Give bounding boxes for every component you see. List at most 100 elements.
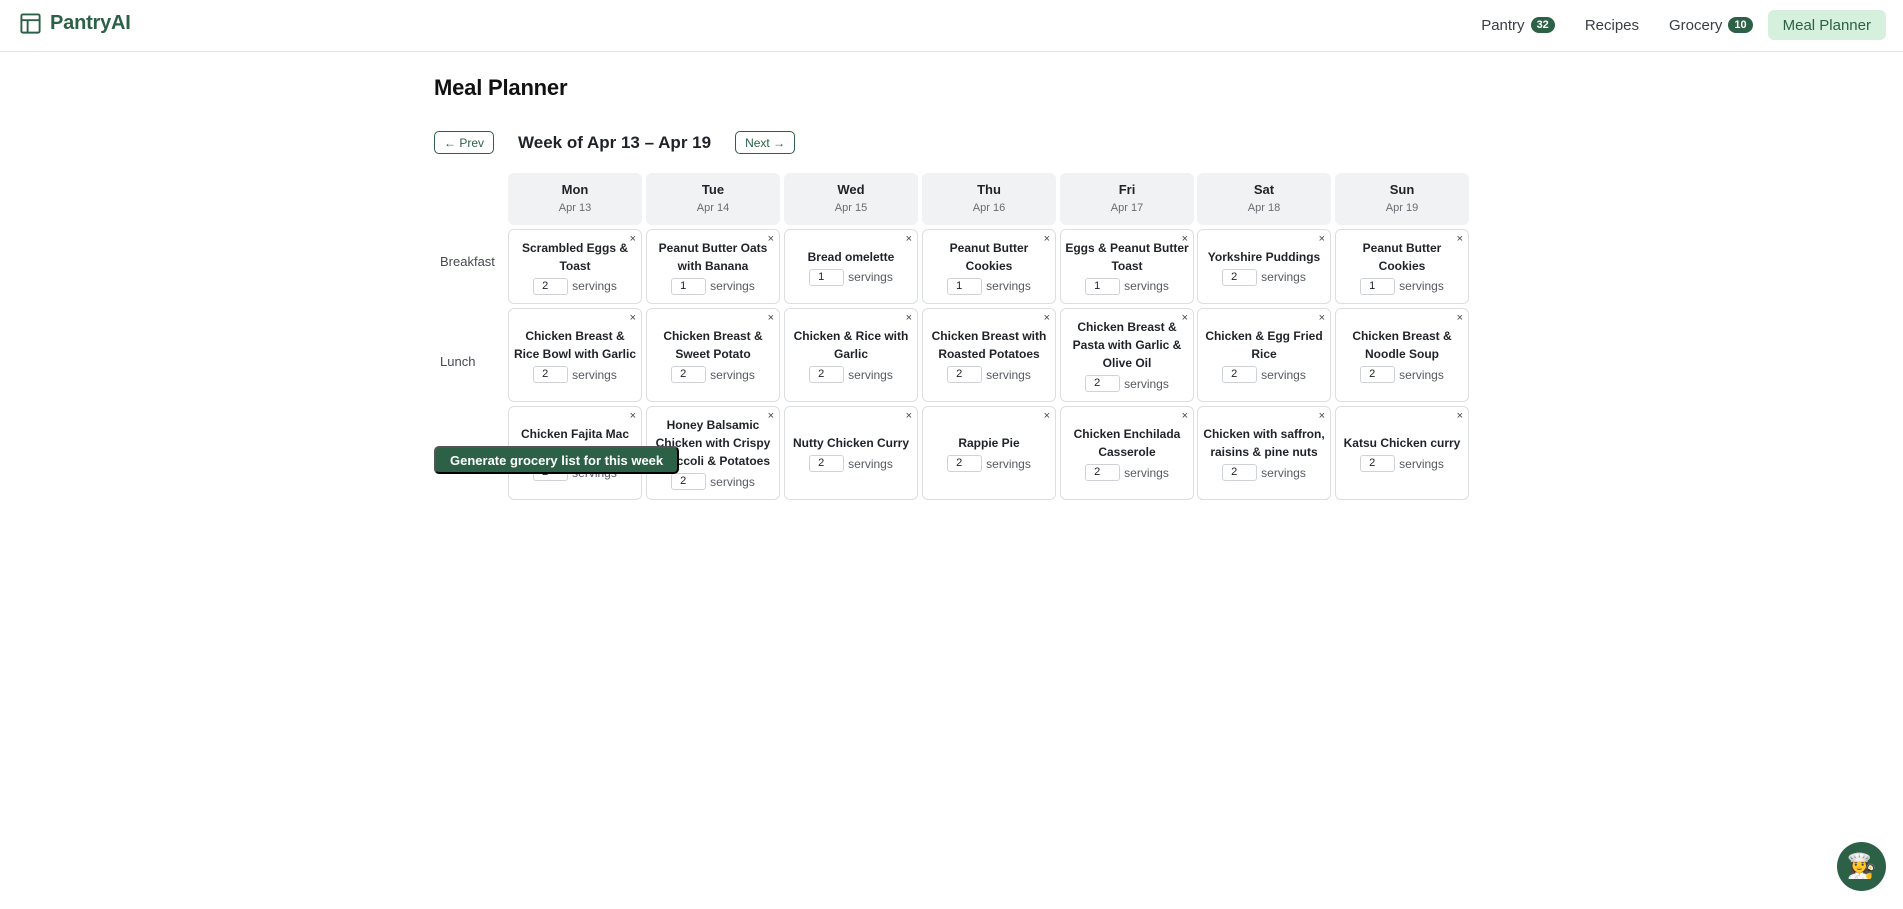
meal-slot-lunch-sun[interactable]: × Chicken Breast & Noodle Soup 2 servings [1335, 308, 1469, 402]
servings-label: servings [572, 367, 617, 382]
meal-slot-lunch-mon[interactable]: × Chicken Breast & Rice Bowl with Garlic 2… [508, 308, 642, 402]
recipe-name[interactable]: Chicken Enchilada Casserole [1065, 425, 1189, 461]
recipe-name[interactable]: Chicken & Rice with Garlic [789, 327, 913, 363]
remove-recipe-icon[interactable]: × [1044, 233, 1050, 245]
meal-slot-lunch-tue[interactable]: × Chicken Breast & Sweet Potato 2 servings [646, 308, 780, 402]
meal-slot-lunch-fri[interactable]: × Chicken Breast & Pasta with Garlic & Ol… [1060, 308, 1194, 402]
remove-recipe-icon[interactable]: × [1319, 233, 1325, 245]
remove-recipe-icon[interactable]: × [768, 312, 774, 324]
recipe-name[interactable]: Chicken with saffron, raisins & pine nut… [1202, 425, 1326, 461]
servings-input[interactable]: 1 [671, 277, 707, 295]
meal-slot-breakfast-thu[interactable]: × Peanut Butter Cookies 1 servings [922, 229, 1056, 304]
remove-recipe-icon[interactable]: × [906, 233, 912, 245]
meal-slot-breakfast-mon[interactable]: × Scrambled Eggs & Toast 2 servings [508, 229, 642, 304]
servings-input[interactable]: 2 [809, 366, 845, 383]
meal-slot-breakfast-fri[interactable]: × Eggs & Peanut Butter Toast 1 servings [1060, 229, 1194, 304]
prev-week-button[interactable]: ← Prev [434, 131, 495, 154]
servings-input[interactable]: 2 [671, 366, 707, 383]
recipe-name[interactable]: Nutty Chicken Curry [793, 434, 909, 452]
servings-input[interactable]: 2 [533, 277, 569, 295]
servings-control: 2servings [1222, 464, 1306, 481]
meal-slot-dinner-sat[interactable]: × Chicken with saffron, raisins & pine nu… [1197, 406, 1331, 500]
servings-input[interactable]: 1 [809, 268, 845, 286]
nav-recipes[interactable]: Recipes [1570, 10, 1654, 40]
recipe-name[interactable]: Peanut Butter Oats with Banana [651, 239, 775, 275]
remove-recipe-icon[interactable]: × [1044, 312, 1050, 324]
nav-grocery[interactable]: Grocery 10 [1654, 10, 1768, 40]
meal-slot-lunch-thu[interactable]: × Chicken Breast with Roasted Potatoes 2 se… [922, 308, 1056, 402]
meal-slot-breakfast-tue[interactable]: × Peanut Butter Oats with Banana 1 servings [646, 229, 780, 304]
meal-slot-dinner-fri[interactable]: × Chicken Enchilada Casserole 2 servings [1060, 406, 1194, 500]
meal-slot-dinner-wed[interactable]: × Nutty Chicken Curry 2 servings [784, 406, 918, 500]
servings-input[interactable]: 2 [1222, 464, 1258, 481]
recipe-name[interactable]: Rappie Pie [958, 434, 1019, 452]
day-header-sun: Sun Apr 19 [1335, 173, 1469, 225]
recipe-name[interactable]: Peanut Butter Cookies [1340, 239, 1464, 275]
nav-pantry[interactable]: Pantry 32 [1466, 10, 1570, 40]
remove-recipe-icon[interactable]: × [1044, 410, 1050, 422]
servings-input[interactable]: 2 [1222, 268, 1258, 286]
servings-input[interactable]: 1 [1085, 277, 1121, 295]
recipe-name[interactable]: Chicken Breast & Pasta with Garlic & Oli… [1065, 318, 1189, 372]
servings-control: 2servings [1360, 366, 1444, 383]
generate-grocery-list-button[interactable]: Generate grocery list for this week [434, 446, 680, 474]
servings-input[interactable]: 2 [1085, 375, 1121, 392]
day-name: Wed [837, 182, 865, 197]
assistant-chat-button[interactable]: 👩‍🍳 [1837, 842, 1886, 891]
brand[interactable]: PantryAI [19, 12, 131, 35]
remove-recipe-icon[interactable]: × [1457, 233, 1463, 245]
remove-recipe-icon[interactable]: × [1182, 312, 1188, 324]
recipe-name[interactable]: Bread omelette [808, 248, 895, 266]
servings-input[interactable]: 2 [1360, 455, 1396, 472]
servings-input[interactable]: 2 [533, 366, 569, 383]
recipe-name[interactable]: Scrambled Eggs & Toast [513, 239, 637, 275]
remove-recipe-icon[interactable]: × [630, 312, 636, 324]
recipe-name[interactable]: Eggs & Peanut Butter Toast [1065, 239, 1189, 275]
servings-input[interactable]: 2 [947, 455, 983, 472]
meal-slot-lunch-wed[interactable]: × Chicken & Rice with Garlic 2 servings [784, 308, 918, 402]
remove-recipe-icon[interactable]: × [1457, 312, 1463, 324]
remove-recipe-icon[interactable]: × [768, 410, 774, 422]
recipe-name[interactable]: Chicken Breast & Rice Bowl with Garlic [513, 327, 637, 363]
meal-slot-dinner-sun[interactable]: × Katsu Chicken curry 2 servings [1335, 406, 1469, 500]
servings-input[interactable]: 2 [1222, 366, 1258, 383]
recipe-name[interactable]: Chicken Breast & Noodle Soup [1340, 327, 1464, 363]
day-header-wed: Wed Apr 15 [784, 173, 918, 225]
recipe-name[interactable]: Katsu Chicken curry [1344, 434, 1461, 452]
meal-slot-breakfast-wed[interactable]: × Bread omelette 1 servings [784, 229, 918, 304]
meal-slot-breakfast-sun[interactable]: × Peanut Butter Cookies 1 servings [1335, 229, 1469, 304]
recipe-name[interactable]: Chicken Breast & Sweet Potato [651, 327, 775, 363]
servings-control: 2servings [1085, 375, 1169, 392]
next-week-button[interactable]: Next → [735, 131, 796, 154]
remove-recipe-icon[interactable]: × [630, 233, 636, 245]
meal-slot-dinner-thu[interactable]: × Rappie Pie 2 servings [922, 406, 1056, 500]
servings-input[interactable]: 1 [947, 277, 983, 295]
servings-input[interactable]: 2 [1360, 366, 1396, 383]
meal-slot-breakfast-sat[interactable]: × Yorkshire Puddings 2 servings [1197, 229, 1331, 304]
remove-recipe-icon[interactable]: × [906, 410, 912, 422]
remove-recipe-icon[interactable]: × [1319, 410, 1325, 422]
week-navigation: ← Prev Week of Apr 13 – Apr 19 Next → [434, 131, 796, 154]
day-date: Apr 14 [696, 202, 730, 214]
recipe-name[interactable]: Chicken & Egg Fried Rice [1202, 327, 1326, 363]
servings-input[interactable]: 2 [947, 366, 983, 383]
servings-label: servings [848, 270, 893, 284]
servings-input[interactable]: 2 [1085, 464, 1121, 481]
recipe-name[interactable]: Peanut Butter Cookies [927, 239, 1051, 275]
servings-input[interactable]: 1 [1360, 277, 1396, 295]
week-label: Week of Apr 13 – Apr 19 [518, 132, 712, 152]
servings-input[interactable]: 2 [809, 455, 845, 472]
remove-recipe-icon[interactable]: × [906, 312, 912, 324]
servings-input[interactable]: 2 [671, 473, 707, 490]
remove-recipe-icon[interactable]: × [1182, 410, 1188, 422]
servings-control: 2servings [947, 455, 1031, 472]
remove-recipe-icon[interactable]: × [1319, 312, 1325, 324]
remove-recipe-icon[interactable]: × [1457, 410, 1463, 422]
meal-slot-lunch-sat[interactable]: × Chicken & Egg Fried Rice 2 servings [1197, 308, 1331, 402]
recipe-name[interactable]: Chicken Breast with Roasted Potatoes [927, 327, 1051, 363]
remove-recipe-icon[interactable]: × [630, 410, 636, 422]
remove-recipe-icon[interactable]: × [768, 233, 774, 245]
remove-recipe-icon[interactable]: × [1182, 233, 1188, 245]
nav-meal-planner[interactable]: Meal Planner [1767, 10, 1886, 40]
recipe-name[interactable]: Yorkshire Puddings [1208, 248, 1320, 266]
